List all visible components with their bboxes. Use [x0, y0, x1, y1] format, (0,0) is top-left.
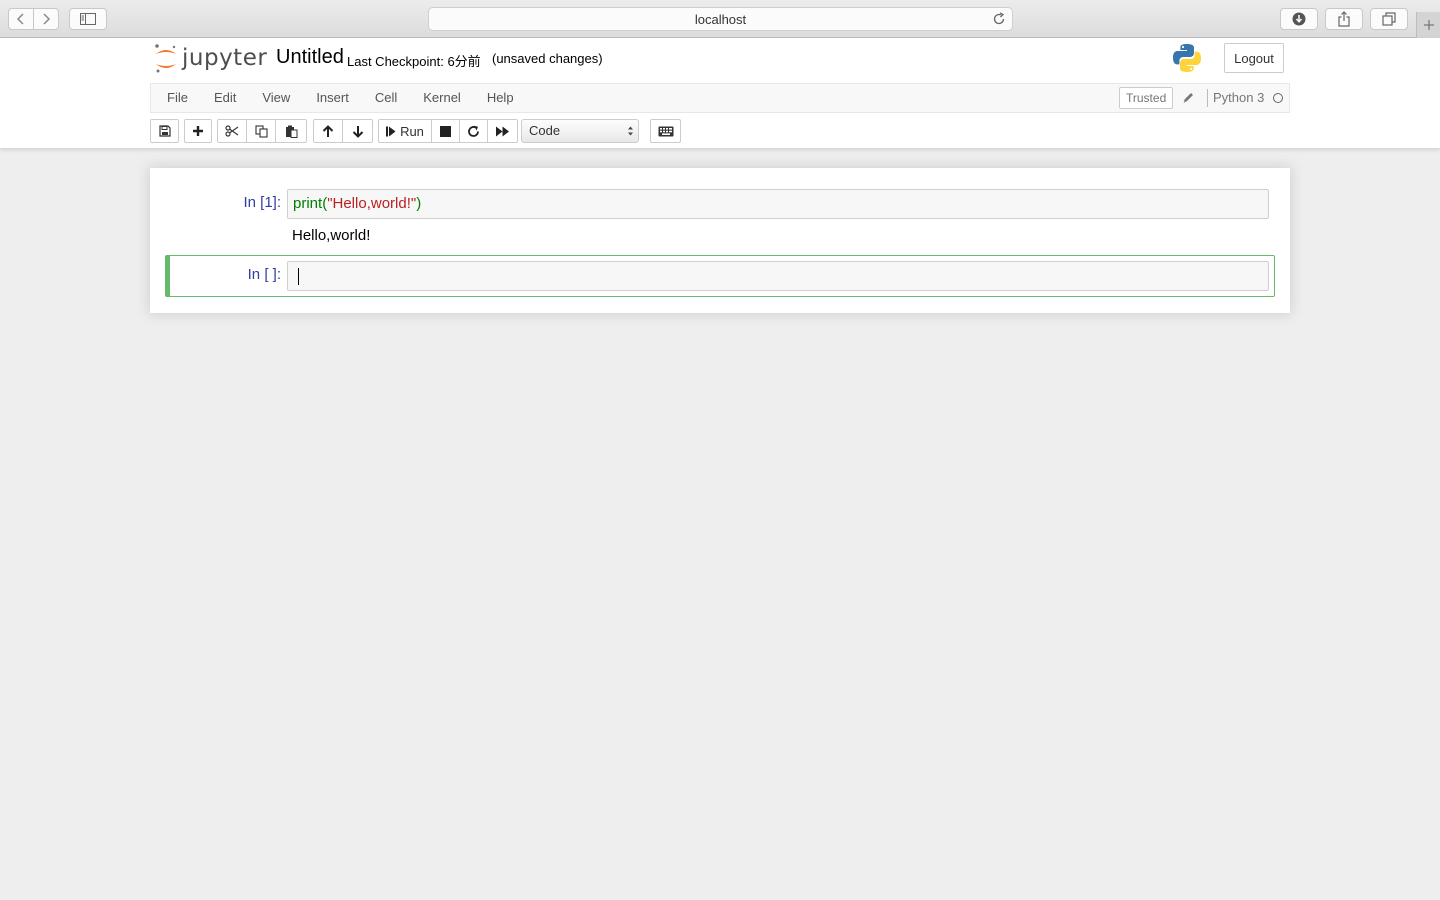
kernel-name[interactable]: Python 3	[1213, 84, 1264, 112]
plus-icon	[1423, 20, 1434, 30]
input-prompt: In [1]:	[243, 194, 281, 211]
autosave-status: (unsaved changes)	[492, 51, 603, 66]
cell-type-value: Code	[529, 123, 561, 138]
menubar: File Edit View Insert Cell Kernel Help T…	[150, 83, 1290, 113]
menu-kernel[interactable]: Kernel	[410, 84, 474, 112]
notebook-title[interactable]: Untitled	[276, 46, 344, 69]
restart-button[interactable]	[459, 119, 488, 143]
share-icon	[1338, 11, 1350, 27]
stop-icon	[440, 125, 451, 137]
notebook-header: jupyter Untitled Last Checkpoint: 6分前 (u…	[0, 38, 1440, 148]
menu-file[interactable]: File	[151, 84, 201, 112]
run-button[interactable]: Run	[378, 119, 432, 143]
url-text: localhost	[694, 11, 747, 27]
insert-cell-button[interactable]	[184, 119, 212, 143]
paste-icon	[285, 125, 297, 138]
python-logo	[1172, 43, 1202, 78]
code-editor[interactable]	[287, 261, 1269, 291]
text-cursor	[298, 267, 299, 285]
code-string: "Hello,world!"	[327, 195, 417, 212]
forward-button[interactable]	[33, 8, 59, 30]
cell-output: Hello,world!	[292, 227, 371, 244]
reload-button[interactable]	[992, 12, 1006, 29]
jupyter-logo[interactable]: jupyter	[154, 42, 267, 74]
code-editor[interactable]: print("Hello,world!")	[287, 189, 1269, 219]
cell-type-select[interactable]: Code	[521, 119, 639, 143]
run-label: Run	[400, 123, 424, 139]
chevron-left-icon	[16, 13, 24, 25]
move-down-button[interactable]	[342, 119, 373, 143]
chevron-right-icon	[43, 13, 51, 25]
restart-icon	[468, 125, 479, 137]
menu-edit[interactable]: Edit	[201, 84, 249, 112]
code-builtin: print	[293, 195, 323, 212]
menu-view[interactable]: View	[249, 84, 303, 112]
input-prompt: In [ ]:	[247, 266, 281, 283]
arrow-up-icon	[322, 124, 334, 137]
paste-button[interactable]	[275, 119, 307, 143]
command-palette-button[interactable]	[650, 119, 681, 143]
move-up-button[interactable]	[313, 119, 343, 143]
sidebar-icon	[80, 13, 96, 25]
kernel-idle-indicator	[1273, 93, 1283, 103]
notebook-container: In [1]: print("Hello,world!") Hello,worl…	[150, 168, 1290, 313]
code-cell-selected[interactable]: In [ ]:	[165, 255, 1275, 297]
step-forward-icon	[386, 126, 396, 136]
code-paren-close: )	[416, 195, 422, 212]
code-cell[interactable]: In [1]: print("Hello,world!") Hello,worl…	[165, 184, 1275, 256]
arrow-down-icon	[352, 125, 363, 138]
browser-toolbar: localhost	[0, 0, 1440, 38]
fast-forward-icon	[495, 126, 509, 136]
menu-insert[interactable]: Insert	[303, 84, 362, 112]
pencil-icon	[1183, 93, 1193, 103]
logout-button[interactable]: Logout	[1224, 43, 1284, 73]
interrupt-button[interactable]	[431, 119, 460, 143]
cut-icon	[225, 125, 239, 137]
address-bar[interactable]: localhost	[428, 7, 1013, 31]
edit-mode-indicator	[1182, 91, 1195, 109]
menu-cell[interactable]: Cell	[362, 84, 410, 112]
sidebar-button[interactable]	[69, 8, 107, 30]
keyboard-icon	[658, 126, 673, 136]
plus-icon	[193, 126, 203, 136]
share-button[interactable]	[1325, 8, 1363, 30]
cut-button[interactable]	[217, 119, 247, 143]
restart-run-all-button[interactable]	[487, 119, 518, 143]
menu-help[interactable]: Help	[474, 84, 527, 112]
download-icon	[1292, 12, 1306, 26]
jupyter-logo-icon	[155, 44, 176, 73]
tabs-overview-button[interactable]	[1370, 8, 1408, 30]
kernel-separator	[1207, 89, 1208, 107]
copy-icon	[254, 124, 268, 138]
checkpoint-status: Last Checkpoint: 6分前	[347, 54, 481, 69]
python-icon	[1173, 44, 1201, 72]
reload-icon	[993, 12, 1005, 25]
trusted-indicator[interactable]: Trusted	[1119, 87, 1174, 109]
logo-text: jupyter	[182, 45, 268, 71]
save-button[interactable]	[150, 119, 179, 143]
new-tab-button[interactable]	[1416, 12, 1440, 38]
downloads-button[interactable]	[1280, 8, 1318, 30]
select-arrows-icon	[628, 126, 633, 136]
tabs-icon	[1382, 12, 1396, 26]
copy-button[interactable]	[246, 119, 276, 143]
back-button[interactable]	[8, 8, 34, 30]
save-icon	[158, 125, 171, 137]
